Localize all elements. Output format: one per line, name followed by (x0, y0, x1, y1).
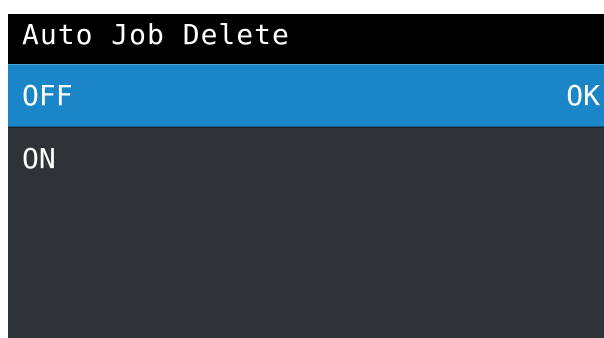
option-off-label: OFF (22, 79, 73, 112)
option-on[interactable]: ON (8, 128, 604, 191)
option-off[interactable]: OFF OK (8, 64, 604, 127)
option-off-status: OK (566, 79, 600, 112)
option-on-label: ON (22, 142, 56, 175)
page-title: Auto Job Delete (22, 18, 290, 51)
title-bar: Auto Job Delete (8, 14, 604, 58)
lcd-screen: Auto Job Delete OFF OK ON (8, 14, 604, 338)
device-bezel: Auto Job Delete OFF OK ON (0, 0, 604, 338)
